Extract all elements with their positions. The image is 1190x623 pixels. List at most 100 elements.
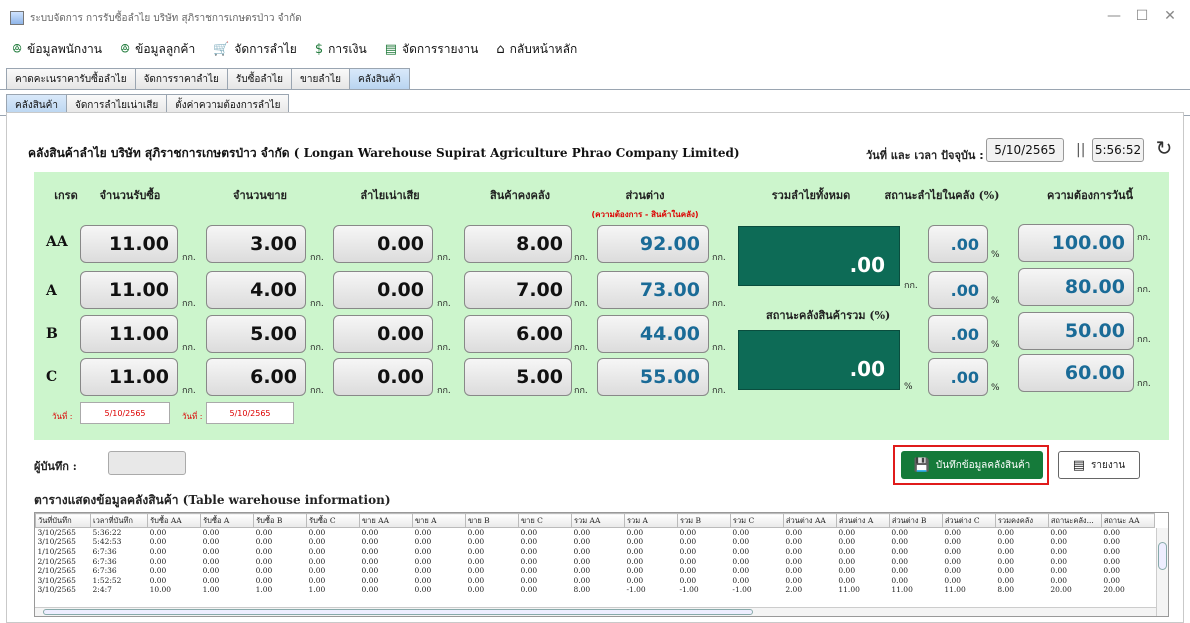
table-cell: 0.00 [891,546,909,556]
date-label-2: วันที่ : [182,412,203,421]
table-cell: 0.00 [679,546,697,556]
table-cell: 0.00 [891,537,909,547]
table-row[interactable]: 2/10/2565 6:7:36 0.00 0.00 0.00 0.00 0.00 0.00 0… [36,556,1155,566]
table-cell: 2/10/2565 [37,566,76,576]
tab-price-forecast[interactable]: คาดคะเนราคารับซื้อลำไย [6,68,136,89]
sold-c: 6.00 [206,358,306,396]
table-row[interactable]: 3/10/2565 1:52:52 0.00 0.00 0.00 0.00 0.00 0.00… [36,575,1155,585]
table-cell: 0.00 [202,546,220,556]
tab-purchase[interactable]: รับซื้อลำไย [226,68,293,89]
scroll-thumb[interactable] [1158,542,1167,570]
table-header-cell[interactable]: วันที่บันทึก [35,513,92,528]
vertical-scrollbar[interactable] [1156,528,1168,616]
table-header-cell[interactable]: รวม A [623,513,678,528]
table-cell: 1.00 [202,585,220,595]
maximize-icon[interactable]: ☐ [1132,8,1152,24]
table-header-cell[interactable]: รวมคงคลัง [994,513,1049,528]
header-diff: ส่วนต่าง [625,189,665,202]
table-header-cell[interactable]: รวม B [676,513,731,528]
table-header-cell[interactable]: ขาย B [465,513,519,528]
table-row[interactable]: 1/10/2565 6:7:36 0.00 0.00 0.00 0.00 0.00 0.00 0… [36,547,1155,557]
table-row[interactable]: 3/10/2565 2:4:7 10.00 1.00 1.00 1.00 0.00 0.00 0… [36,585,1155,595]
table-header-cell[interactable]: เวลาที่บันทึก [90,513,149,528]
table-cell: 0.00 [308,546,326,556]
table-header-cell[interactable]: ส่วนต่าง C [941,513,996,528]
table-row[interactable]: 2/10/2565 6:7:36 0.00 0.00 0.00 0.00 0.00 0.00 0… [36,566,1155,576]
table-row[interactable]: 3/10/2565 5:42:53 0.00 0.00 0.00 0.00 0.00 0.00… [36,537,1155,547]
tab-price-manage[interactable]: จัดการราคาลำไย [134,68,228,89]
table-header-cell[interactable]: ส่วนต่าง AA [782,513,837,528]
table-header-cell[interactable]: ส่วนต่าง B [888,513,943,528]
minimize-icon[interactable]: — [1104,8,1124,24]
menu-home[interactable]: ⌂ กลับหน้าหลัก [496,40,577,59]
table-header-cell[interactable]: รับซื้อ B [253,513,308,528]
table-cell: 0.00 [361,575,379,585]
datetime-separator: || [1076,142,1086,158]
warehouse-table[interactable]: วันที่บันทึก เวลาที่บันทึก รับซื้อ AA รับซื… [34,512,1169,617]
table-header-cell[interactable]: รับซื้อ C [306,513,361,528]
table-header-cell[interactable]: ขาย C [517,513,572,528]
scroll-thumb[interactable] [43,609,753,615]
recorder-field[interactable] [108,451,186,475]
table-cell: 0.00 [1103,575,1121,585]
refresh-icon[interactable]: ↻ [1152,136,1176,160]
table-caption: ตารางแสดงข้อมูลคลังสินค้า (Table warehou… [34,493,391,507]
horizontal-scrollbar[interactable] [35,607,1156,616]
unit-label: กก. [574,386,588,396]
table-cell: 0.00 [891,566,909,576]
table-header-cell[interactable]: ส่วนต่าง A [835,513,890,528]
header-demand: ความต้องการวันนี้ [1046,189,1134,202]
report-button[interactable]: ▤ รายงาน [1058,451,1140,479]
table-cell: 0.00 [414,575,432,585]
table-header-cell[interactable]: สถานะคลัง... [1047,513,1102,528]
tab-sell[interactable]: ขายลำไย [291,68,350,89]
table-row[interactable]: 3/10/2565 5:36:22 0.00 0.00 0.00 0.00 0.00 0.00… [36,528,1155,538]
table-header-cell[interactable]: รับซื้อ A [200,513,255,528]
unit-label: กก. [904,281,918,291]
header-purchase: จำนวนรับซื้อ [99,189,161,202]
header-spoiled: ลำไยเน่าเสีย [360,189,420,202]
close-icon[interactable]: ✕ [1160,8,1180,24]
table-header-cell[interactable]: รวม AA [570,513,625,528]
table-header-cell[interactable]: สถานะ AA [1100,513,1156,528]
menu-finance[interactable]: $ การเงิน [315,40,367,59]
table-cell: 0.00 [520,528,538,538]
menu-customer[interactable]: ꔮ ข้อมูลลูกค้า [120,40,195,59]
table-cell: 0.00 [573,566,591,576]
unit-label: กก. [310,299,324,309]
table-cell: 0.00 [573,537,591,547]
tab-warehouse[interactable]: คลังสินค้า [349,68,410,89]
save-warehouse-button[interactable]: 💾 บันทึกข้อมูลคลังสินค้า [901,451,1043,479]
table-cell: 0.00 [308,528,326,538]
menu-employee[interactable]: ꔮ ข้อมูลพนักงาน [12,40,102,59]
table-header-cell[interactable]: รับซื้อ AA [147,513,202,528]
table-cell: 0.00 [679,528,697,538]
table-cell: 0.00 [467,537,485,547]
table-header-cell[interactable]: รวม C [729,513,784,528]
table-cell: 0.00 [255,528,273,538]
menu-report[interactable]: ▤ จัดการรายงาน [385,40,479,59]
unit-label: กก. [1137,335,1151,345]
percent-label: % [991,250,1000,260]
table-cell: 0.00 [149,556,167,566]
table-cell: 0.00 [520,575,538,585]
table-header-cell[interactable]: ขาย A [412,513,466,528]
table-cell: 0.00 [732,528,750,538]
datetime-label: วันที่ และ เวลา ปัจจุบัน : [866,149,984,162]
table-cell: 0.00 [626,546,644,556]
menu-longan[interactable]: 🛒 จัดการลำไย [213,40,297,59]
status-a: .00 [928,271,988,309]
table-cell: 8.00 [573,585,591,595]
table-cell: 0.00 [679,556,697,566]
table-cell: 2.00 [785,585,803,595]
table-cell: 0.00 [732,566,750,576]
table-header-cell[interactable]: ขาย AA [359,513,414,528]
current-time-field: 5:56:52 [1092,138,1144,162]
table-cell: 0.00 [573,528,591,538]
table-cell: 0.00 [626,556,644,566]
percent-label: % [991,296,1000,306]
table-cell: 8.00 [997,585,1015,595]
cart-icon: 🛒 [213,41,230,57]
table-cell: 0.00 [520,546,538,556]
table-cell: 0.00 [467,528,485,538]
